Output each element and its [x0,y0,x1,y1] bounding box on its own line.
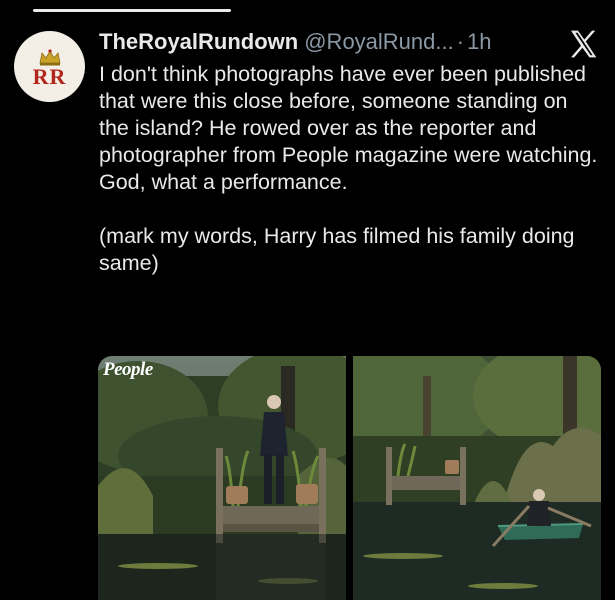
crown-icon [39,48,60,65]
author-handle[interactable]: @RoyalRund... [304,29,454,55]
timestamp[interactable]: 1h [467,29,491,55]
photo-jetty[interactable]: People [98,356,347,600]
media-grid: People [98,356,601,600]
top-drag-handle [33,9,231,12]
man-rowing-boat-image [352,356,601,600]
author-name[interactable]: TheRoyalRundown [99,29,298,55]
man-standing-on-jetty-image [98,356,346,600]
separator: · [456,29,465,54]
tweet-text: I don't think photographs have ever been… [99,62,598,275]
tweet-header: TheRoyalRundown @RoyalRund... · 1h [99,27,492,57]
photo-rowing[interactable] [352,356,601,600]
avatar[interactable]: RR [14,31,85,102]
avatar-monogram: RR [32,63,67,89]
x-logo-icon[interactable] [567,28,599,60]
people-watermark: People [103,359,153,380]
